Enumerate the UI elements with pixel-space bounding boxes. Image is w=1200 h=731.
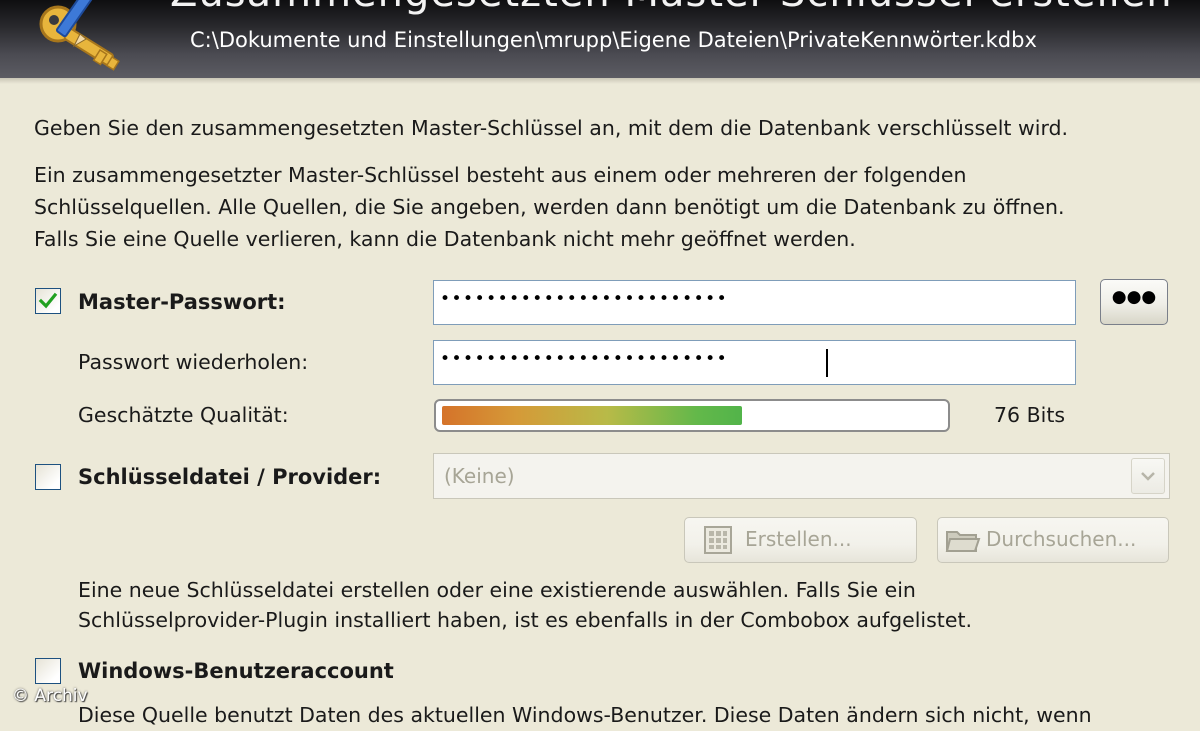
repeat-password-field[interactable]: ••••••••••••••••••••••••• xyxy=(433,340,1076,385)
windows-account-label: Windows-Benutzeraccount xyxy=(78,659,394,683)
windows-account-description: Diese Quelle benutzt Daten des aktuellen… xyxy=(78,703,1092,727)
description-line: Schlüsselquellen. Alle Quellen, die Sie … xyxy=(34,195,1065,219)
quality-progress-fill xyxy=(442,406,742,425)
key-pencil-icon xyxy=(39,0,120,71)
dialog-banner: Zusammengesetzten Master-Schlüssel erste… xyxy=(0,0,1200,78)
intro-text: Geben Sie den zusammengesetzten Master-S… xyxy=(34,116,1069,140)
banner-title: Zusammengesetzten Master-Schlüssel erste… xyxy=(170,0,1173,16)
create-button-label: Erstellen... xyxy=(745,527,852,551)
keyfile-description: Schlüsselprovider-Plugin installiert hab… xyxy=(78,608,972,632)
grid-icon xyxy=(704,526,732,554)
toggle-password-visibility-button[interactable]: ●●● xyxy=(1100,279,1168,325)
quality-progress-bar xyxy=(434,399,950,432)
password-mask: ••••••••••••••••••••••••• xyxy=(440,349,729,369)
master-password-field[interactable]: ••••••••••••••••••••••••• xyxy=(433,280,1076,325)
folder-icon xyxy=(945,531,981,552)
banner-separator xyxy=(0,78,1200,84)
keyfile-label: Schlüsseldatei / Provider: xyxy=(78,465,382,489)
copyright-watermark: © Archiv xyxy=(12,686,88,706)
combobox-value: (Keine) xyxy=(444,464,515,488)
windows-account-checkbox[interactable] xyxy=(35,658,61,684)
checkmark-icon xyxy=(38,292,58,309)
master-password-label: Master-Passwort: xyxy=(78,290,286,314)
browse-keyfile-button[interactable]: Durchsuchen... xyxy=(937,517,1169,563)
quality-label: Geschätzte Qualität: xyxy=(78,403,289,427)
description-line: Ein zusammengesetzter Master-Schlüssel b… xyxy=(34,163,967,187)
dots-icon: ●●● xyxy=(1111,287,1157,307)
master-password-checkbox[interactable] xyxy=(35,288,61,314)
create-keyfile-button[interactable]: Erstellen... xyxy=(684,517,917,563)
chevron-down-icon xyxy=(1141,472,1155,481)
description-line: Falls Sie eine Quelle verlieren, kann di… xyxy=(34,227,856,251)
keyfile-description: Eine neue Schlüsseldatei erstellen oder … xyxy=(78,578,916,602)
keyfile-checkbox[interactable] xyxy=(35,464,61,490)
browse-button-label: Durchsuchen... xyxy=(986,527,1137,551)
database-path: C:\Dokumente und Einstellungen\mrupp\Eig… xyxy=(190,28,1037,52)
quality-bits: 76 Bits xyxy=(994,403,1066,427)
keyfile-combobox[interactable]: (Keine) xyxy=(433,453,1170,499)
text-caret xyxy=(826,349,828,377)
combobox-dropdown-button[interactable] xyxy=(1131,458,1165,494)
repeat-password-label: Passwort wiederholen: xyxy=(78,350,309,374)
password-mask: ••••••••••••••••••••••••• xyxy=(440,289,729,309)
